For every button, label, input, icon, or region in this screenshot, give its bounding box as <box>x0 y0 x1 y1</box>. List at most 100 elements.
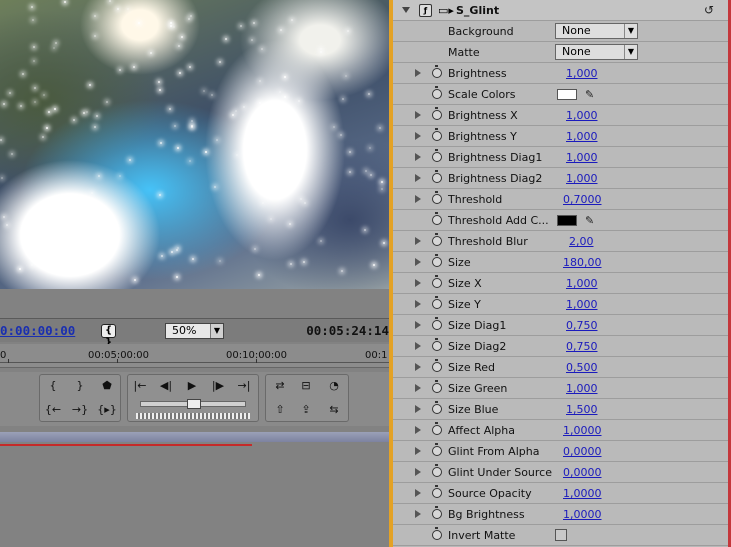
stopwatch-icon[interactable] <box>432 170 442 183</box>
twirl-closed-icon[interactable] <box>415 363 421 371</box>
param-value[interactable]: 0,500 <box>566 361 598 374</box>
twirl-closed-icon[interactable] <box>415 153 421 161</box>
param-checkbox[interactable] <box>555 529 567 541</box>
stopwatch-icon[interactable] <box>432 422 442 435</box>
stopwatch-icon[interactable] <box>432 464 442 477</box>
param-value[interactable]: 1,000 <box>566 109 598 122</box>
param-value[interactable]: 1,000 <box>566 151 598 164</box>
twirl-closed-icon[interactable] <box>415 405 421 413</box>
param-value[interactable]: 0,0000 <box>563 445 602 458</box>
go-to-previous-edit-icon[interactable]: |← <box>130 378 150 394</box>
twirl-closed-icon[interactable] <box>415 426 421 434</box>
stopwatch-icon[interactable] <box>432 485 442 498</box>
stopwatch-icon[interactable] <box>432 107 442 120</box>
stopwatch-icon[interactable] <box>432 380 442 393</box>
stopwatch-icon[interactable] <box>432 128 442 141</box>
lift-icon[interactable]: ⇧ <box>270 402 290 418</box>
stopwatch-icon[interactable] <box>432 317 442 330</box>
twirl-closed-icon[interactable] <box>415 195 421 203</box>
twirl-closed-icon[interactable] <box>415 342 421 350</box>
param-value[interactable]: 1,000 <box>566 277 598 290</box>
stopwatch-icon[interactable] <box>432 338 442 351</box>
param-row: Size 180,00 <box>393 252 728 273</box>
stopwatch-icon[interactable] <box>432 443 442 456</box>
param-value[interactable]: 1,0000 <box>563 508 602 521</box>
work-area-bar[interactable] <box>0 432 389 442</box>
stopwatch-icon[interactable] <box>432 233 442 246</box>
reset-icon[interactable]: ↺ <box>704 3 714 17</box>
param-value[interactable]: 0,750 <box>566 319 598 332</box>
stopwatch-icon[interactable] <box>432 275 442 288</box>
play-in-to-out-icon[interactable]: {▸} <box>97 402 117 418</box>
param-value[interactable]: 0,0000 <box>563 466 602 479</box>
param-value[interactable]: 1,0000 <box>563 424 602 437</box>
trim-icon[interactable]: ⇆ <box>324 402 344 418</box>
jog-disk[interactable] <box>136 413 250 419</box>
param-value[interactable]: 1,000 <box>566 130 598 143</box>
stopwatch-icon[interactable] <box>432 65 442 78</box>
current-timecode[interactable]: 0:00:00:00 <box>0 323 75 338</box>
safe-margins-button[interactable]: { } <box>101 324 116 348</box>
set-marker-icon[interactable]: ⬟ <box>97 378 117 394</box>
loop-icon[interactable]: ⇄ <box>270 378 290 394</box>
step-forward-icon[interactable]: |▶ <box>208 378 228 394</box>
step-back-icon[interactable]: ◀| <box>156 378 176 394</box>
go-to-next-edit-icon[interactable]: →| <box>234 378 254 394</box>
go-to-in-point-icon[interactable]: {← <box>43 402 63 418</box>
twirl-closed-icon[interactable] <box>415 300 421 308</box>
stopwatch-icon[interactable] <box>432 401 442 414</box>
color-swatch[interactable] <box>557 89 577 100</box>
twirl-closed-icon[interactable] <box>415 132 421 140</box>
go-to-out-point-icon[interactable]: →} <box>70 402 90 418</box>
set-out-point-icon[interactable]: } <box>70 378 90 394</box>
param-value[interactable]: 1,000 <box>566 382 598 395</box>
stopwatch-icon[interactable] <box>432 359 442 372</box>
twirl-closed-icon[interactable] <box>415 69 421 77</box>
stopwatch-icon[interactable] <box>432 86 442 99</box>
param-value[interactable]: 0,7000 <box>563 193 602 206</box>
eyedropper-icon[interactable]: ✎ <box>585 214 594 227</box>
stopwatch-icon[interactable] <box>432 527 442 540</box>
param-value[interactable]: 180,00 <box>563 256 602 269</box>
time-ruler[interactable]: 0 00:05:00:00 00:10:00:00 00:1 <box>0 344 389 368</box>
output-settings-icon[interactable]: ◔ <box>324 378 344 394</box>
param-value[interactable]: 1,000 <box>566 67 598 80</box>
twirl-closed-icon[interactable] <box>415 510 421 518</box>
twirl-closed-icon[interactable] <box>415 111 421 119</box>
eyedropper-icon[interactable]: ✎ <box>585 88 594 101</box>
twirl-closed-icon[interactable] <box>415 258 421 266</box>
stopwatch-icon[interactable] <box>432 149 442 162</box>
shuttle-handle[interactable] <box>187 399 201 409</box>
param-dropdown[interactable]: None ▼ <box>555 44 638 60</box>
color-swatch[interactable] <box>557 215 577 226</box>
set-in-point-icon[interactable]: { <box>43 378 63 394</box>
play-icon[interactable]: ▶ <box>182 378 202 394</box>
twirl-open-icon[interactable] <box>402 7 410 13</box>
stopwatch-icon[interactable] <box>432 296 442 309</box>
zoom-level-dropdown[interactable]: 50% ▼ <box>165 323 224 339</box>
twirl-closed-icon[interactable] <box>415 384 421 392</box>
param-value[interactable]: 2,00 <box>569 235 594 248</box>
shuttle-slider[interactable] <box>140 399 246 409</box>
param-value[interactable]: 1,000 <box>566 298 598 311</box>
twirl-closed-icon[interactable] <box>415 468 421 476</box>
stopwatch-icon[interactable] <box>432 254 442 267</box>
fx-enable-icon[interactable]: ƒ <box>419 4 432 17</box>
param-value[interactable]: 0,750 <box>566 340 598 353</box>
twirl-closed-icon[interactable] <box>415 279 421 287</box>
extract-icon[interactable]: ⇪ <box>296 402 316 418</box>
twirl-closed-icon[interactable] <box>415 321 421 329</box>
stopwatch-icon[interactable] <box>432 191 442 204</box>
stopwatch-icon[interactable] <box>432 506 442 519</box>
param-value[interactable]: 1,500 <box>566 403 598 416</box>
twirl-closed-icon[interactable] <box>415 237 421 245</box>
param-value[interactable]: 1,0000 <box>563 487 602 500</box>
twirl-closed-icon[interactable] <box>415 174 421 182</box>
effect-header[interactable]: ƒ ▭▸ S_Glint ↺ <box>393 0 728 21</box>
param-value[interactable]: 1,000 <box>566 172 598 185</box>
stopwatch-icon[interactable] <box>432 212 442 225</box>
twirl-closed-icon[interactable] <box>415 489 421 497</box>
param-dropdown[interactable]: None ▼ <box>555 23 638 39</box>
safe-margins-icon[interactable]: ⊟ <box>296 378 316 394</box>
twirl-closed-icon[interactable] <box>415 447 421 455</box>
